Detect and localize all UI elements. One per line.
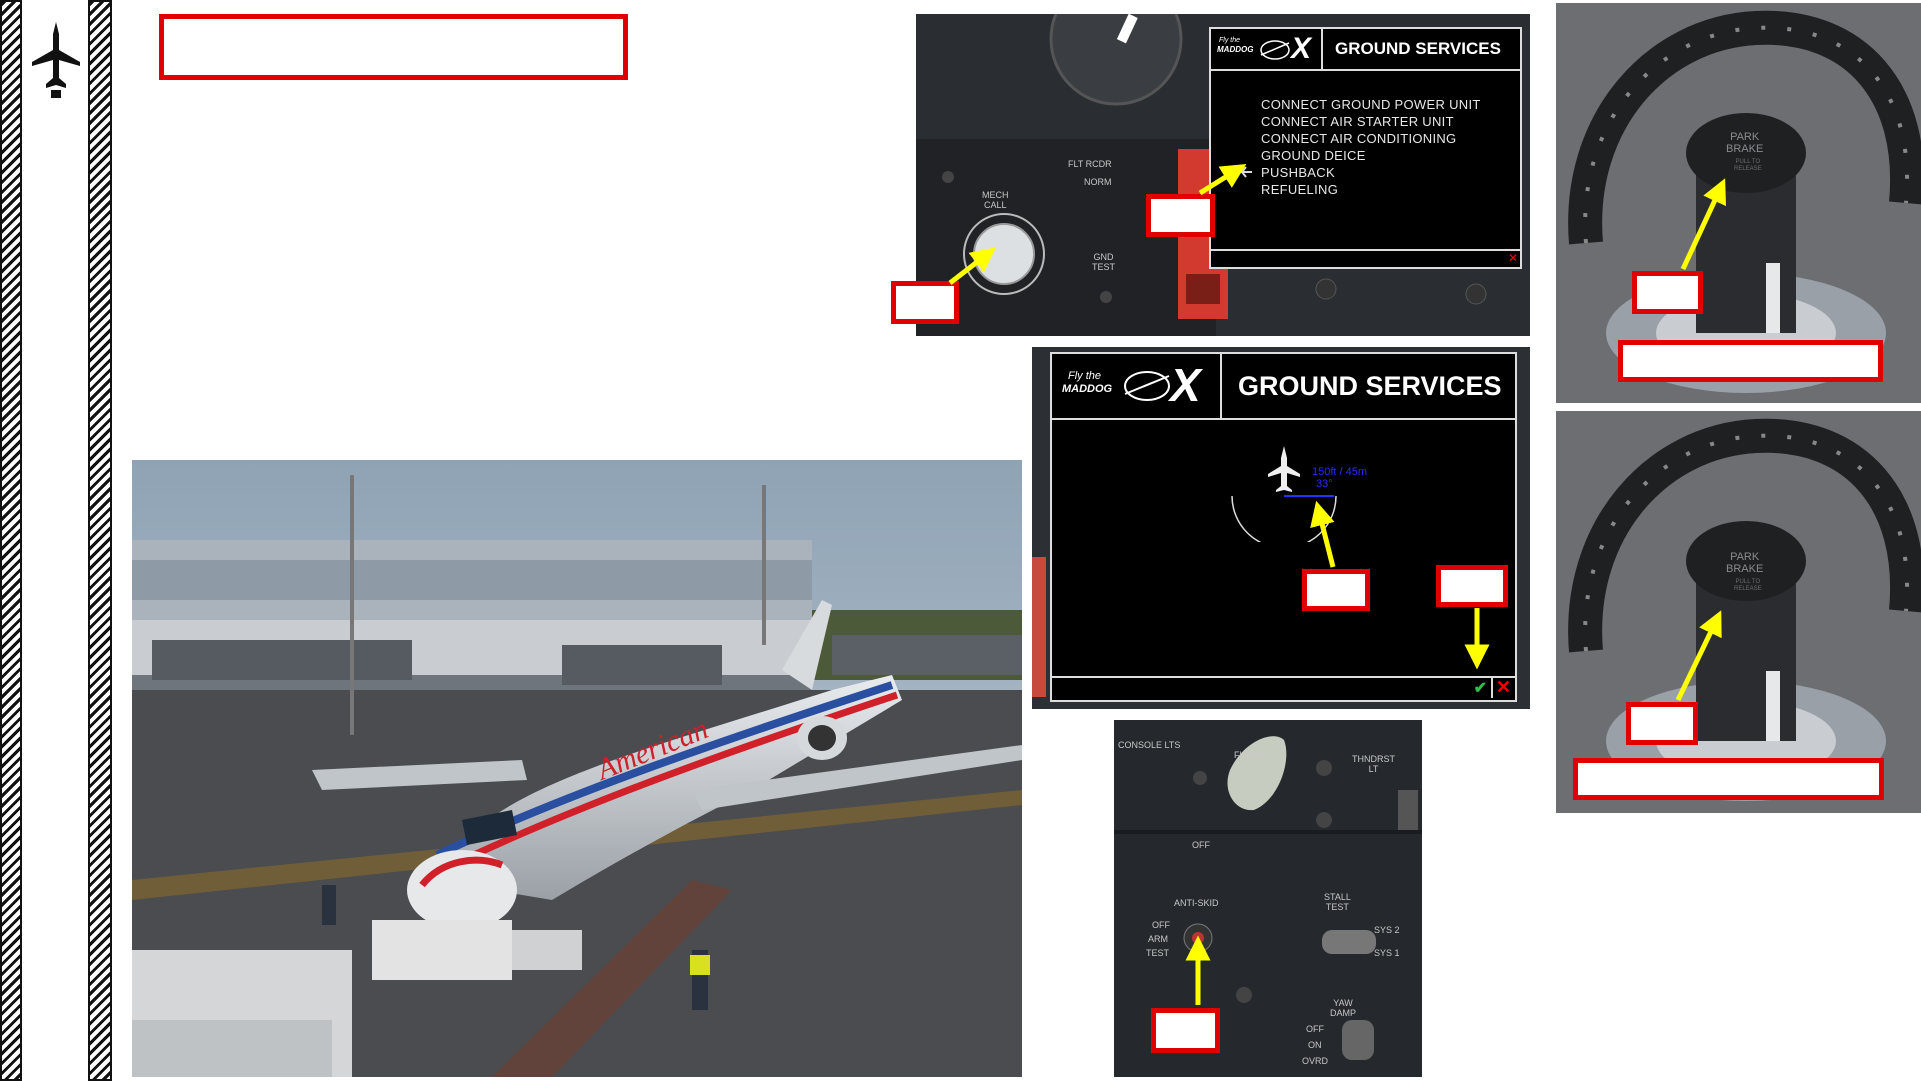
arrows-overlay (948, 164, 1726, 1005)
arrow-pushback-arc (1310, 500, 1336, 568)
arrow-park-brake-top (1680, 178, 1726, 271)
arrow-park-brake-bottom (1675, 610, 1722, 702)
arrow-pushback-menu (1198, 164, 1247, 196)
arrow-mech-call (948, 247, 996, 285)
